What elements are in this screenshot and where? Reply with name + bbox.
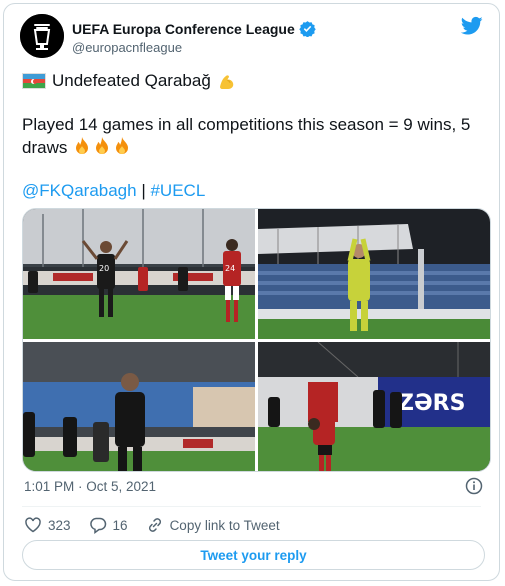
copy-link-label: Copy link to Tweet [169, 517, 280, 533]
azerbaijan-flag-icon [22, 73, 46, 89]
tweet-card: UEFA Europa Conference League @europacnf… [3, 3, 500, 581]
reply-action[interactable]: 16 [89, 516, 128, 534]
hashtag-link[interactable]: #UECL [150, 181, 205, 200]
info-icon[interactable] [465, 477, 483, 495]
photo-3[interactable] [23, 342, 255, 471]
mention-link[interactable]: @FKQarabagh [22, 181, 137, 200]
name-row: UEFA Europa Conference League [72, 20, 316, 37]
heart-icon [24, 516, 42, 534]
divider [22, 506, 481, 507]
tweet-timestamp[interactable]: 1:01 PM · Oct 5, 2021 [24, 479, 156, 494]
avatar[interactable] [20, 14, 64, 58]
like-count: 323 [48, 517, 71, 533]
like-action[interactable]: 323 [24, 516, 71, 534]
copy-link-action[interactable]: Copy link to Tweet [146, 516, 280, 534]
tweet-line-3: @FKQarabagh | #UECL [22, 180, 481, 202]
media-grid: 20 24 ZƏRS [22, 208, 491, 472]
display-name[interactable]: UEFA Europa Conference League [72, 21, 295, 37]
separator: | [136, 181, 151, 200]
tweet-reply-button[interactable]: Tweet your reply [22, 540, 485, 570]
flexed-biceps-icon [217, 71, 237, 91]
user-handle[interactable]: @europacnfleague [72, 40, 182, 55]
tweet-line-2: Played 14 games in all competitions this… [22, 114, 481, 159]
tweet-actions: 323 16 Copy link to Tweet [24, 514, 298, 536]
photo-4[interactable]: ZƏRS [258, 342, 490, 471]
verified-icon [299, 20, 316, 37]
sponsor-board-text: ZƏRS [398, 391, 465, 416]
opponent-shirt-number: 24 [225, 264, 235, 273]
photo-2[interactable] [258, 209, 490, 339]
fire-icon [112, 136, 132, 156]
tweet-line-1: Undefeated Qarabağ [22, 70, 481, 92]
reply-count: 16 [112, 517, 128, 533]
tweet-header: UEFA Europa Conference League @europacnf… [20, 14, 485, 62]
fire-icon [92, 136, 112, 156]
twitter-bird-icon[interactable] [461, 16, 483, 36]
link-icon [146, 516, 164, 534]
reply-icon [89, 516, 107, 534]
fire-icon [72, 136, 92, 156]
shirt-number: 20 [99, 264, 109, 273]
photo-1[interactable]: 20 24 [23, 209, 255, 339]
tweet-text-line1: Undefeated Qarabağ [52, 71, 211, 90]
